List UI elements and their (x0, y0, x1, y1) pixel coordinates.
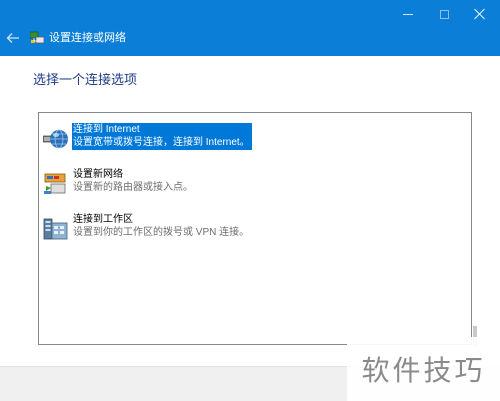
option-description: 设置宽带或拨号连接，连接到 Internet。 (73, 137, 250, 148)
option-title: 设置新网络 (73, 169, 123, 180)
workplace-vpn-icon (43, 218, 68, 240)
option-title: 连接到 Internet (73, 124, 140, 135)
watermark-text: 软件技巧 (361, 354, 486, 387)
network-setup-icon (30, 31, 44, 44)
connection-options-list[interactable]: 连接到 Internet 设置宽带或拨号连接，连接到 Internet。 设置新… (38, 112, 477, 346)
option-text: 连接到 Internet 设置宽带或拨号连接，连接到 Internet。 (72, 123, 252, 150)
close-button[interactable] (462, 0, 498, 28)
maximize-icon (439, 9, 449, 19)
option-setup-new-network[interactable]: 设置新网络 设置新的路由器或接入点。 (43, 168, 463, 198)
back-button[interactable] (4, 30, 22, 46)
option-connect-internet[interactable]: 连接到 Internet 设置宽带或拨号连接，连接到 Internet。 (43, 123, 463, 153)
maximize-button[interactable] (426, 0, 462, 28)
watermark: 软件技巧 (347, 337, 500, 401)
option-description: 设置到你的工作区的拨号或 VPN 连接。 (73, 227, 250, 238)
option-connect-workplace[interactable]: 连接到工作区 设置到你的工作区的拨号或 VPN 连接。 (43, 213, 463, 243)
option-description: 设置新的路由器或接入点。 (73, 182, 193, 193)
option-title: 连接到工作区 (73, 214, 133, 225)
minimize-button[interactable] (390, 0, 426, 28)
minimize-icon (403, 13, 413, 15)
globe-connect-icon (43, 129, 68, 149)
router-setup-icon (44, 173, 66, 194)
option-text: 连接到工作区 设置到你的工作区的拨号或 VPN 连接。 (73, 213, 249, 239)
page-heading: 选择一个连接选项 (33, 72, 138, 87)
title-bar: 设置连接或网络 (0, 0, 500, 56)
setup-connection-window: 设置连接或网络 选择一个连接选项 连接到 Internet 设置宽带或拨号连接，… (0, 0, 500, 401)
option-text: 设置新网络 设置新的路由器或接入点。 (73, 168, 193, 194)
arrow-left-icon (6, 33, 19, 43)
window-title: 设置连接或网络 (49, 32, 126, 44)
close-icon (474, 8, 486, 20)
